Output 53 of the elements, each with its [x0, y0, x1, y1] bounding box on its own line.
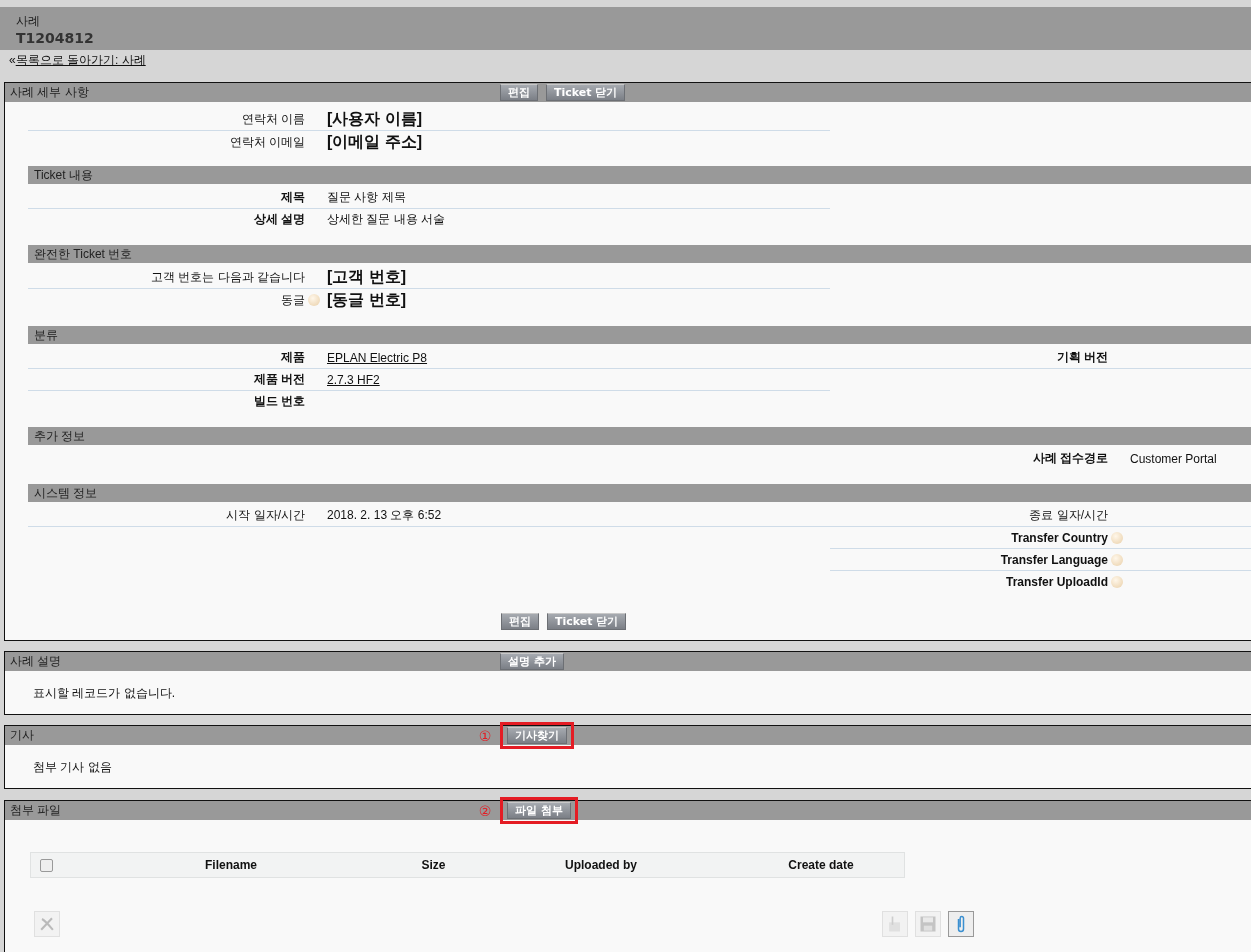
panel-title: 사례 설명	[10, 653, 63, 670]
column-header[interactable]: Filename	[61, 858, 401, 872]
field-value: 상세한 질문 내용 서술	[327, 211, 446, 228]
field-label: 사례 접수경로	[1031, 450, 1108, 467]
field-value: 질문 사항 제목	[327, 189, 407, 206]
object-type: 사례	[16, 13, 41, 30]
field-label: 상세 설명	[252, 211, 305, 228]
back-link[interactable]: 목록으로 돌아가기: 사례	[15, 53, 146, 67]
help-icon[interactable]	[1111, 575, 1123, 588]
back-arrow: «	[9, 53, 16, 67]
panel-title: 사례 세부 사항	[10, 84, 90, 101]
field-label: 연락처 이메일	[228, 133, 305, 151]
column-header[interactable]: Uploaded by	[466, 858, 736, 872]
field-label: Transfer UploadId	[1004, 574, 1108, 589]
field-link[interactable]: 2.7.3 HF2	[327, 372, 830, 387]
step-number: ②	[478, 802, 492, 819]
section-header: 추가 정보	[28, 427, 1251, 445]
column-header[interactable]: Create date	[736, 858, 906, 872]
column-header[interactable]: Size	[401, 858, 466, 872]
empty-message: 첨부 기사 없음	[32, 759, 113, 776]
field-label: 연락처 이름	[240, 110, 305, 128]
help-icon[interactable]	[1111, 553, 1123, 566]
step-number: ①	[478, 727, 492, 744]
field-value: [고객 번호]	[327, 267, 408, 287]
field-label: 시작 일자/시간	[225, 507, 305, 524]
field-label: Transfer Language	[999, 552, 1108, 567]
field-link[interactable]: EPLAN Electric P8	[327, 350, 830, 365]
field-label: Transfer Country	[1010, 530, 1108, 545]
panel-title: 기사	[10, 727, 35, 744]
field-value: [동글 번호]	[327, 290, 408, 310]
field-label: 종료 일자/시간	[1028, 507, 1108, 524]
record-number: T1204812	[16, 30, 95, 46]
field-label: 고객 번호는 다음과 같습니다	[150, 268, 305, 286]
field-value: 2018. 2. 13 오후 6:52	[327, 507, 443, 524]
section-header: 시스템 정보	[28, 484, 1251, 502]
section-header: Ticket 내용	[28, 166, 1251, 184]
field-label: 제품 버전	[252, 371, 305, 388]
field-label: 제품	[280, 349, 305, 366]
field-label: 빌드 번호	[252, 393, 305, 410]
section-header: 분류	[28, 326, 1251, 344]
field-label: 기획 버전	[1055, 349, 1108, 366]
panel-title: 첨부 파일	[10, 802, 63, 819]
field-label: 동글	[280, 291, 305, 309]
field-value: Customer Portal	[1130, 451, 1218, 466]
section-header: 완전한 Ticket 번호	[28, 245, 1251, 263]
field-label: 제목	[280, 189, 305, 206]
field-value: [사용자 이름]	[327, 109, 424, 129]
paperclip-icon[interactable]	[948, 911, 974, 937]
empty-message: 표시할 레코드가 없습니다.	[32, 685, 176, 702]
select-all-checkbox[interactable]	[39, 858, 53, 872]
field-value: [이메일 주소]	[327, 132, 424, 152]
help-icon[interactable]	[308, 294, 320, 306]
help-icon[interactable]	[1111, 531, 1123, 544]
